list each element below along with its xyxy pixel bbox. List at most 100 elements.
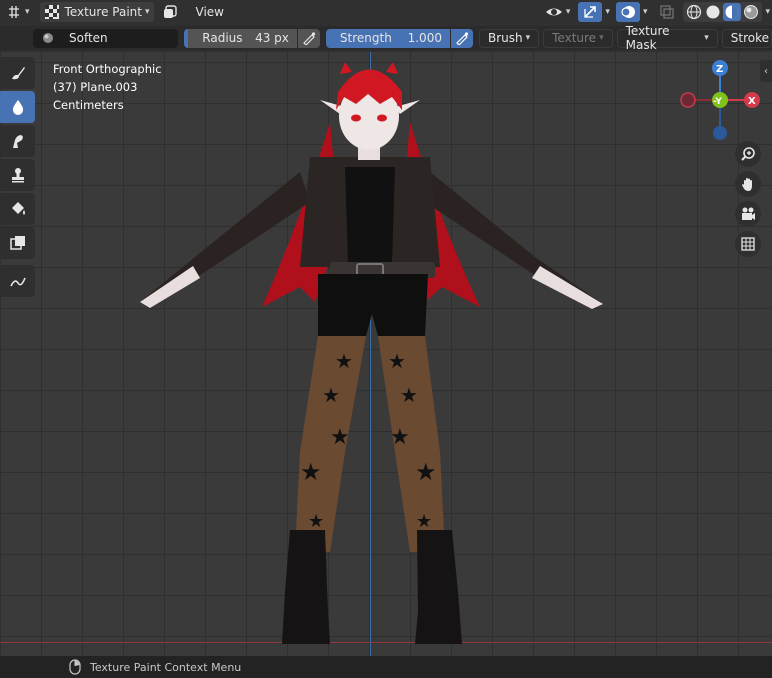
pen-pressure-icon — [303, 32, 316, 45]
mode-selector[interactable]: Texture Paint ▾ — [39, 2, 154, 22]
stroke-menu[interactable]: Stroke — [721, 28, 772, 48]
perspective-toggle-button[interactable] — [735, 231, 761, 257]
square-stack-icon — [163, 5, 177, 18]
shorts — [318, 274, 428, 336]
x-label: X — [748, 96, 756, 107]
svg-text:★: ★ — [416, 511, 432, 532]
mask-tool[interactable] — [0, 227, 35, 259]
svg-text:★: ★ — [308, 511, 324, 532]
brush-selector[interactable]: Soften — [33, 28, 179, 48]
right-boot — [415, 530, 462, 644]
zoom-button[interactable] — [735, 141, 761, 167]
status-bar: Texture Paint Context Menu — [0, 656, 772, 678]
z-label: Z — [716, 64, 723, 75]
xray-toggle[interactable] — [655, 2, 679, 22]
clone-tool[interactable] — [0, 159, 35, 191]
wireframe-shading-icon[interactable] — [686, 4, 702, 20]
solid-shading-icon[interactable] — [705, 4, 721, 20]
svg-text:★: ★ — [400, 383, 418, 407]
gizmo-toggle[interactable] — [578, 2, 603, 22]
chevron-down-icon: ▾ — [525, 33, 531, 43]
sidebar-toggle[interactable]: ‹ — [760, 60, 772, 82]
chevron-down-icon[interactable]: ▾ — [605, 7, 610, 17]
pen-pressure-icon — [456, 32, 469, 45]
eye-icon — [545, 8, 562, 16]
mode-label: Texture Paint — [64, 5, 142, 19]
mask-icon — [9, 236, 25, 250]
overlay-toggle[interactable] — [615, 2, 640, 22]
annotate-icon — [9, 277, 26, 287]
strength-label: Strength — [339, 31, 392, 45]
svg-text:★: ★ — [415, 458, 437, 486]
editor-type-button[interactable]: ▾ — [2, 2, 34, 22]
svg-text:★: ★ — [300, 458, 322, 486]
material-shading-icon[interactable] — [723, 3, 742, 21]
left-boot — [282, 530, 330, 644]
brush-sphere-icon — [43, 33, 53, 43]
arrow-gizmo-icon — [584, 6, 597, 18]
brush-menu-label: Brush — [487, 31, 523, 45]
view-menu[interactable]: View — [192, 2, 228, 22]
mouse-right-click-icon — [69, 659, 81, 675]
strength-value: 1.000 — [407, 31, 442, 45]
svg-text:★: ★ — [390, 425, 410, 450]
3d-viewport[interactable]: ★ ★ ★ ★ ★ ★ ★ ★ ★ ★ Front Orthographic (… — [0, 52, 772, 656]
chevron-down-icon[interactable]: ▾ — [765, 7, 770, 17]
radius-value: 43 px — [255, 31, 289, 45]
radius-pressure-toggle[interactable] — [297, 28, 320, 48]
unit-system: Centimeters — [53, 98, 124, 112]
chevron-down-icon: ▾ — [599, 33, 604, 43]
navigation-gizmo[interactable]: Z X -Y — [676, 56, 766, 152]
smear-icon — [12, 135, 23, 148]
chevron-down-icon[interactable]: ▾ — [643, 7, 648, 17]
bucket-icon — [11, 202, 25, 215]
status-context-menu: Texture Paint Context Menu — [90, 660, 242, 674]
texture-mask-menu-label: Texture Mask — [625, 24, 670, 52]
character-model: ★ ★ ★ ★ ★ ★ ★ ★ ★ ★ — [140, 62, 603, 644]
texture-menu[interactable]: Texture ▾ — [543, 28, 613, 48]
hand-icon — [742, 178, 752, 191]
strength-field[interactable]: Strength 1.000 — [325, 28, 450, 48]
texture-mask-menu[interactable]: Texture Mask ▾ — [616, 24, 718, 52]
chevron-down-icon: ▾ — [144, 7, 150, 17]
svg-text:★: ★ — [388, 349, 406, 373]
neg-x-handle[interactable] — [680, 92, 696, 108]
chevron-down-icon: ▾ — [704, 33, 709, 43]
rendered-shading-icon[interactable] — [743, 4, 759, 20]
draw-tool[interactable] — [0, 57, 35, 89]
brush-name: Soften — [69, 31, 108, 45]
viewport-info: Front Orthographic (37) Plane.003 Centim… — [53, 60, 162, 114]
camera-view-button[interactable] — [735, 201, 761, 227]
texture-menu-label: Texture — [552, 31, 597, 45]
camera-icon — [742, 207, 755, 220]
soften-tool[interactable] — [0, 91, 35, 123]
zoom-icon — [741, 147, 755, 161]
smear-tool[interactable] — [0, 125, 35, 157]
stroke-menu-label: Stroke — [730, 31, 770, 45]
fill-tool[interactable] — [0, 193, 35, 225]
brush-menu[interactable]: Brush ▾ — [478, 28, 540, 48]
radius-field[interactable]: Radius 43 px — [184, 28, 297, 48]
checker-icon — [44, 5, 59, 19]
tool-settings-bar: Soften Radius 43 px Strength 1.000 Brush… — [0, 24, 772, 52]
pan-button[interactable] — [735, 171, 761, 197]
drop-icon — [12, 100, 23, 115]
toolshelf — [0, 57, 36, 299]
visibility-toggle[interactable]: ▾ — [541, 2, 575, 22]
svg-text:★: ★ — [322, 383, 340, 407]
neg-z-handle[interactable] — [713, 126, 727, 140]
object-mode-toggle[interactable] — [158, 2, 182, 22]
strength-pressure-toggle[interactable] — [450, 28, 473, 48]
chevron-down-icon: ▾ — [565, 7, 571, 17]
stamp-icon — [11, 168, 24, 183]
svg-text:★: ★ — [330, 425, 350, 450]
view-name: Front Orthographic — [53, 62, 162, 76]
shading-group — [683, 2, 763, 22]
grid-transform-icon — [9, 6, 19, 18]
grid-icon — [741, 237, 755, 251]
annotate-tool[interactable] — [0, 265, 35, 297]
radius-label: Radius — [202, 31, 243, 45]
editor-header: ▾ Texture Paint ▾ View ▾ ▾ ▾ ▾ — [0, 0, 772, 24]
xray-icon — [660, 5, 675, 19]
object-name: (37) Plane.003 — [53, 80, 138, 94]
